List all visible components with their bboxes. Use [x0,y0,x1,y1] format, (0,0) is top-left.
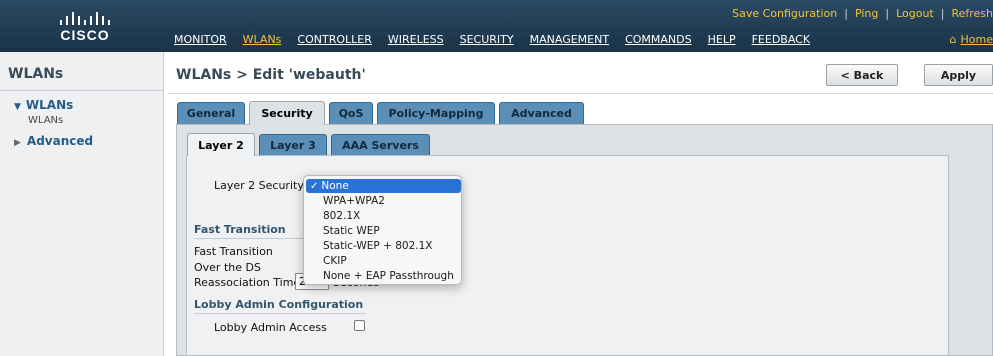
subtab-layer2[interactable]: Layer 2 [187,133,255,156]
lobby-admin-access-label: Lobby Admin Access [214,321,327,334]
layer2-security-dropdown[interactable]: ✓ None WPA+WPA2 802.1X Static WEP Static-… [303,175,462,285]
top-header-bar: CISCO Save Configuration | Ping | Logout… [0,0,993,52]
over-the-ds-label: Over the DS [194,261,261,274]
subtab-layer3[interactable]: Layer 3 [259,134,327,155]
sidebar-title: WLANs [8,66,64,82]
checkmark-icon: ✓ [310,181,319,192]
dropdown-option-wpa-wpa2[interactable]: WPA+WPA2 [306,194,461,208]
dropdown-option-none[interactable]: ✓ None [306,179,461,193]
subtab-aaa-servers[interactable]: AAA Servers [331,134,430,155]
fast-transition-heading: Fast Transition [194,223,286,236]
tab-advanced[interactable]: Advanced [499,102,584,124]
save-configuration-link[interactable]: Save Configuration [732,7,837,20]
apply-button[interactable]: Apply [924,64,993,86]
refresh-link[interactable]: Refresh [951,7,993,20]
nav-security[interactable]: SECURITY [460,33,514,46]
nav-management[interactable]: MANAGEMENT [530,33,609,46]
utility-links: Save Configuration | Ping | Logout | Ref… [732,7,993,20]
dropdown-option-802-1x[interactable]: 802.1X [306,209,461,223]
sidebar: WLANs ▼ WLANs WLANs ▶ Advanced [0,52,164,356]
section-divider [194,313,366,314]
lobby-admin-heading: Lobby Admin Configuration [194,298,364,311]
nav-wlans[interactable]: WLANs [243,33,282,46]
svg-text:CISCO: CISCO [60,27,109,43]
dropdown-option-label: None [321,180,349,192]
home-link[interactable]: ⌂ Home [950,33,993,46]
page-title: WLANs > Edit 'webauth' [176,67,366,83]
dropdown-option-static-wep-802-1x[interactable]: Static-WEP + 802.1X [306,239,461,253]
nav-controller[interactable]: CONTROLLER [297,33,371,46]
nav-monitor[interactable]: MONITOR [174,33,227,46]
fast-transition-label: Fast Transition [194,245,273,258]
nav-commands[interactable]: COMMANDS [625,33,692,46]
separator: | [885,7,890,20]
dropdown-option-static-wep[interactable]: Static WEP [306,224,461,238]
dropdown-option-ckip[interactable]: CKIP [306,254,461,268]
main-nav: MONITOR WLANs CONTROLLER WIRELESS SECURI… [174,33,826,46]
sidebar-item-advanced[interactable]: ▶ Advanced [14,134,93,148]
home-icon: ⌂ [949,33,957,46]
home-label: Home [960,33,993,46]
sidebar-divider [0,90,164,91]
logout-link[interactable]: Logout [896,7,934,20]
separator: | [940,7,945,20]
cisco-logo: CISCO [58,9,128,43]
separator: | [844,7,848,20]
nav-feedback[interactable]: FEEDBACK [752,33,810,46]
back-button[interactable]: < Back [826,64,898,86]
chevron-down-icon: ▼ [14,102,21,112]
tab-security[interactable]: Security [249,101,325,125]
sidebar-subitem-wlans[interactable]: WLANs [28,115,63,126]
ping-link[interactable]: Ping [855,7,878,20]
sidebar-item-wlans[interactable]: ▼ WLANs [14,98,73,112]
chevron-right-icon: ▶ [14,138,21,148]
sidebar-item-label: WLANs [25,98,74,112]
nav-help[interactable]: HELP [708,33,736,46]
nav-wireless[interactable]: WIRELESS [388,33,444,46]
dropdown-option-none-eap-passthrough[interactable]: None + EAP Passthrough [306,269,461,283]
section-divider [194,238,303,239]
layer2-security-label: Layer 2 Security [214,179,304,192]
sidebar-item-label: Advanced [26,134,94,148]
tab-qos[interactable]: QoS [329,102,373,124]
tab-policy-mapping[interactable]: Policy-Mapping [377,102,495,124]
divider [168,93,993,94]
tab-general[interactable]: General [177,102,245,124]
lobby-admin-access-checkbox[interactable] [354,320,365,331]
